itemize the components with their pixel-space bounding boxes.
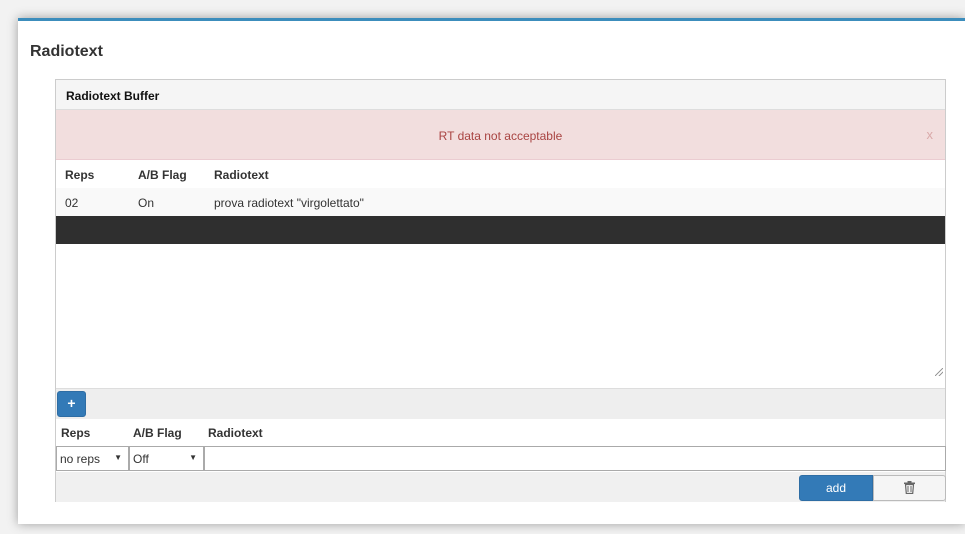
new-entry-row: no reps ▼ Off ▼ <box>56 446 946 472</box>
form-header: Reps A/B Flag Radiotext <box>56 419 945 446</box>
ab-flag-select[interactable]: Off ▼ <box>129 446 204 471</box>
column-header-reps[interactable]: Reps <box>65 168 94 182</box>
alert-message: RT data not acceptable <box>438 129 563 143</box>
buffer-toolbar: + <box>56 388 945 419</box>
resize-handle[interactable] <box>935 368 943 376</box>
row-ab-flag: On <box>138 196 155 210</box>
reps-select-value: no reps <box>60 452 101 466</box>
column-header-radiotext[interactable]: Radiotext <box>214 168 269 182</box>
panel-heading: Radiotext Buffer <box>56 80 945 110</box>
form-label-ab-flag: A/B Flag <box>133 426 182 440</box>
row-reps: 02 <box>65 196 79 210</box>
ab-flag-select-value: Off <box>133 452 149 466</box>
radiotext-buffer-panel: Radiotext Buffer RT data not acceptable … <box>55 79 946 502</box>
row-radiotext: prova radiotext "virgolettato" <box>214 196 364 210</box>
trash-icon <box>904 481 915 494</box>
buffer-table-header: Reps A/B Flag Radiotext <box>56 160 945 187</box>
form-label-reps: Reps <box>61 426 91 440</box>
plus-icon[interactable]: + <box>57 391 86 417</box>
table-row[interactable]: 02 On prova radiotext "virgolettato" <box>56 188 945 216</box>
table-row-selected[interactable] <box>56 216 945 244</box>
add-button[interactable]: add <box>799 475 873 501</box>
form-label-radiotext: Radiotext <box>208 426 263 440</box>
chevron-down-icon: ▼ <box>114 453 122 462</box>
radiotext-input[interactable] <box>204 446 946 471</box>
error-alert: RT data not acceptable x <box>56 110 945 160</box>
form-footer: add <box>56 472 946 502</box>
close-icon[interactable]: x <box>927 127 934 142</box>
chevron-down-icon: ▼ <box>189 453 197 462</box>
delete-button[interactable] <box>873 475 946 501</box>
reps-select[interactable]: no reps ▼ <box>56 446 129 471</box>
column-header-ab-flag[interactable]: A/B Flag <box>138 168 187 182</box>
card-title: Radiotext <box>30 43 103 60</box>
